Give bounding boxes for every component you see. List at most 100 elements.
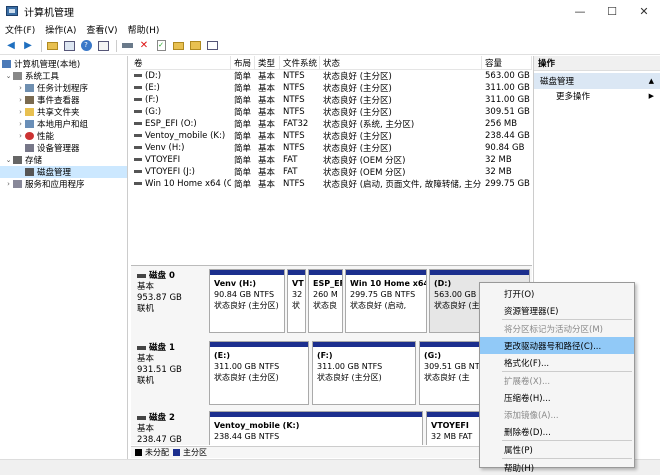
delete-icon[interactable]: ✕ bbox=[137, 39, 151, 53]
tree-shared-folders[interactable]: › 共享文件夹 bbox=[0, 106, 127, 118]
partition-vtoyefi[interactable]: VT 32 状 bbox=[287, 269, 306, 333]
table-cell: NTFS bbox=[283, 83, 305, 93]
tree-storage[interactable]: ⌄ 存储 bbox=[0, 154, 127, 166]
tree-performance[interactable]: › 性能 bbox=[0, 130, 127, 142]
table-cell: 状态良好 (主分区) bbox=[323, 72, 392, 82]
tree-device-manager[interactable]: 设备管理器 bbox=[0, 142, 127, 154]
check-icon[interactable]: ✓ bbox=[154, 39, 168, 53]
table-row[interactable]: (G:) 简单 基本 NTFS 状态良好 (主分区) 309.51 GB bbox=[131, 106, 532, 118]
ctx-shrink[interactable]: 压缩卷(H)... bbox=[480, 389, 634, 406]
search-folder-icon[interactable] bbox=[171, 39, 185, 53]
properties-icon[interactable] bbox=[96, 39, 110, 53]
show-tree-icon[interactable] bbox=[62, 39, 76, 53]
ctx-format[interactable]: 格式化(F)... bbox=[480, 354, 634, 371]
col-filesystem[interactable]: 文件系统 bbox=[280, 55, 320, 70]
up-folder-icon[interactable] bbox=[45, 39, 59, 53]
col-status[interactable]: 状态 bbox=[320, 55, 482, 70]
col-layout[interactable]: 布局 bbox=[231, 55, 255, 70]
col-volume[interactable]: 卷 bbox=[131, 55, 231, 70]
disk-1-info[interactable]: 磁盘 1 基本 931.51 GB 联机 bbox=[137, 343, 205, 387]
minimize-button[interactable]: — bbox=[565, 0, 595, 22]
legend-primary: 主分区 bbox=[183, 448, 207, 457]
table-cell: 简单 bbox=[234, 132, 252, 142]
table-cell: 简单 bbox=[234, 108, 252, 118]
table-row[interactable]: VTOYEFI (J:) 简单 基本 FAT 状态良好 (OEM 分区) 32 MB bbox=[131, 166, 532, 178]
table-row[interactable]: ESP_EFI (O:) 简单 基本 FAT32 状态良好 (系统, 主分区) 256 M… bbox=[131, 118, 532, 130]
tree-local-users[interactable]: › 本地用户和组 bbox=[0, 118, 127, 130]
navigation-tree: 计算机管理(本地) ⌄ 系统工具 › 任务计划程序 › 事件查看器 › 共享文件… bbox=[0, 56, 128, 475]
tree-event-viewer[interactable]: › 事件查看器 bbox=[0, 94, 127, 106]
table-cell: 基本 bbox=[258, 120, 276, 130]
event-log-icon bbox=[25, 96, 34, 104]
legend-unallocated: 未分配 bbox=[145, 448, 169, 457]
chevron-right-icon[interactable]: › bbox=[4, 180, 13, 188]
partition-esp[interactable]: ESP_EF 260 M 状态良 bbox=[308, 269, 343, 333]
actions-disk-management[interactable]: 磁盘管理 ▲ bbox=[534, 73, 660, 89]
ctx-explorer[interactable]: 资源管理器(E) bbox=[480, 302, 634, 319]
menu-help[interactable]: 帮助(H) bbox=[123, 23, 165, 36]
table-row[interactable]: (F:) 简单 基本 NTFS 状态良好 (主分区) 311.00 GB bbox=[131, 94, 532, 106]
computer-icon bbox=[2, 60, 11, 68]
tree-system-tools[interactable]: ⌄ 系统工具 bbox=[0, 70, 127, 82]
connect-icon[interactable] bbox=[120, 39, 134, 53]
chevron-right-icon[interactable]: › bbox=[16, 120, 25, 128]
actions-more[interactable]: 更多操作 ▶ bbox=[534, 89, 660, 103]
ctx-change-letter[interactable]: 更改驱动器号和路径(C)... bbox=[480, 337, 634, 354]
table-cell: (G:) bbox=[131, 107, 231, 117]
disk-0-info[interactable]: 磁盘 0 基本 953.87 GB 联机 bbox=[137, 271, 205, 315]
table-row[interactable]: (D:) 简单 基本 NTFS 状态良好 (主分区) 563.00 GB bbox=[131, 70, 532, 82]
partition-h[interactable]: Venv (H:) 90.84 GB NTFS 状态良好 (主分区) bbox=[209, 269, 285, 333]
partition-f[interactable]: (F:) 311.00 GB NTFS 状态良好 (主分区) bbox=[312, 341, 416, 405]
close-button[interactable]: ✕ bbox=[629, 0, 659, 22]
tree-disk-management[interactable]: 磁盘管理 bbox=[0, 166, 127, 178]
forward-arrow-icon[interactable]: ▶ bbox=[21, 39, 35, 53]
tree-services[interactable]: › 服务和应用程序 bbox=[0, 178, 127, 190]
volume-icon bbox=[134, 98, 142, 101]
tree-root[interactable]: 计算机管理(本地) bbox=[0, 58, 127, 70]
table-cell: 简单 bbox=[234, 96, 252, 106]
col-type[interactable]: 类型 bbox=[255, 55, 280, 70]
menu-action[interactable]: 操作(A) bbox=[40, 23, 81, 36]
chevron-right-icon[interactable]: › bbox=[16, 108, 25, 116]
table-cell: 309.51 GB bbox=[485, 107, 530, 117]
chevron-right-icon[interactable]: › bbox=[16, 132, 25, 140]
export-icon[interactable] bbox=[188, 39, 202, 53]
performance-icon bbox=[25, 132, 34, 140]
table-row[interactable]: VTOYEFI 简单 基本 FAT 状态良好 (OEM 分区) 32 MB bbox=[131, 154, 532, 166]
chevron-right-icon[interactable]: › bbox=[16, 96, 25, 104]
table-row[interactable]: Win 10 Home x64 (C:) 简单 基本 NTFS 状态良好 (启动, 页面… bbox=[131, 178, 532, 190]
back-arrow-icon[interactable]: ◀ bbox=[4, 39, 18, 53]
collapse-triangle-icon[interactable]: ▲ bbox=[649, 77, 654, 85]
menu-view[interactable]: 查看(V) bbox=[81, 23, 122, 36]
menu-file[interactable]: 文件(F) bbox=[0, 23, 40, 36]
table-cell: 简单 bbox=[234, 120, 252, 130]
volume-icon bbox=[134, 74, 142, 77]
table-row[interactable]: Venv (H:) 简单 基本 NTFS 状态良好 (主分区) 90.84 GB bbox=[131, 142, 532, 154]
ctx-delete[interactable]: 删除卷(D)... bbox=[480, 423, 634, 440]
tree-task-scheduler[interactable]: › 任务计划程序 bbox=[0, 82, 127, 94]
view-icon[interactable] bbox=[205, 39, 219, 53]
table-cell: 238.44 GB bbox=[485, 131, 530, 141]
table-cell: 状态良好 (启动, 页面文件, 故障转储, 主分区) bbox=[323, 180, 482, 190]
chevron-right-icon[interactable]: › bbox=[16, 84, 25, 92]
table-row[interactable]: Ventoy_mobile (K:) 简单 基本 NTFS 状态良好 (主分区) 238.… bbox=[131, 130, 532, 142]
table-cell: 基本 bbox=[258, 108, 276, 118]
table-cell: 563.00 GB bbox=[485, 71, 530, 81]
table-row[interactable]: (E:) 简单 基本 NTFS 状态良好 (主分区) 311.00 GB bbox=[131, 82, 532, 94]
col-capacity[interactable]: 容量 bbox=[482, 55, 532, 70]
partition-e[interactable]: (E:) 311.00 GB NTFS 状态良好 (主分区) bbox=[209, 341, 309, 405]
ctx-open[interactable]: 打开(O) bbox=[480, 285, 634, 302]
disk-2-info[interactable]: 磁盘 2 基本 238.47 GB 联机 bbox=[137, 413, 205, 445]
expand-arrow-icon[interactable]: ⌄ bbox=[4, 156, 13, 164]
table-cell: 简单 bbox=[234, 72, 252, 82]
partition-k[interactable]: Ventoy_mobile (K:) 238.44 GB NTFS bbox=[209, 411, 423, 445]
table-cell: 状态良好 (OEM 分区) bbox=[323, 156, 406, 166]
help-icon[interactable]: ? bbox=[79, 39, 93, 53]
ctx-help[interactable]: 帮助(H) bbox=[480, 459, 634, 476]
maximize-button[interactable]: ☐ bbox=[597, 0, 627, 22]
partition-c[interactable]: Win 10 Home x64 299.75 GB NTFS 状态良好 (启动, bbox=[345, 269, 427, 333]
disk-icon bbox=[25, 168, 34, 176]
expand-arrow-icon[interactable]: ⌄ bbox=[4, 72, 13, 80]
table-cell: 状态良好 (主分区) bbox=[323, 96, 392, 106]
ctx-properties[interactable]: 属性(P) bbox=[480, 441, 634, 458]
